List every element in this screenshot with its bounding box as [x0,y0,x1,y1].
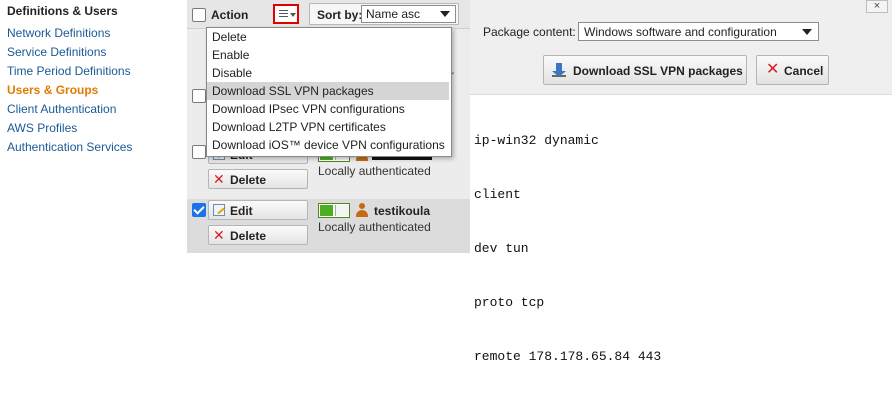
chevron-down-icon [440,11,450,17]
config-line: client [474,187,521,202]
delete-icon: ✕ [213,227,225,243]
row-checkbox[interactable] [192,89,206,103]
delete-label: Delete [230,229,267,243]
cancel-button-label: Cancel [784,64,824,78]
menu-item-download-l2tp-vpn[interactable]: Download L2TP VPN certificates [207,118,449,136]
config-line: dev tun [474,241,529,256]
delete-label: Delete [230,173,267,187]
delete-button[interactable]: ✕ Delete [208,225,308,245]
status-toggle[interactable] [318,203,350,218]
download-ssl-vpn-button[interactable]: Download SSL VPN packages [543,55,747,85]
close-button[interactable]: × [866,0,888,13]
menu-item-download-ssl-vpn[interactable]: Download SSL VPN packages [207,82,449,100]
nav-item-aws-profiles[interactable]: AWS Profiles [7,121,77,135]
auth-type: Locally authenticated [318,220,431,234]
menu-item-disable[interactable]: Disable [207,64,449,82]
config-line: ip-win32 dynamic [474,133,599,148]
package-content-select[interactable]: Windows software and configuration [578,22,819,41]
nav-item-client-authentication[interactable]: Client Authentication [7,102,116,116]
delete-button[interactable]: ✕ Delete [208,169,308,189]
cancel-button[interactable]: ✕ Cancel [756,55,829,85]
select-all-checkbox[interactable] [192,8,206,22]
edit-label: Edit [230,204,253,218]
detail-toolbar: × Package content: Windows software and … [470,0,892,95]
action-label: Action [211,8,249,22]
delete-icon: ✕ [213,171,225,187]
sort-select-value: Name asc [366,7,421,21]
sort-control: Sort by: Name asc [309,3,459,25]
nav-item-authentication-services[interactable]: Authentication Services [7,140,132,154]
list-toolbar: Action Sort by: Name asc [187,0,470,29]
nav-item-network-definitions[interactable]: Network Definitions [7,26,110,40]
edit-icon [213,204,225,216]
left-navigation: Definitions & Users Network Definitions … [0,0,187,253]
user-icon [355,203,369,217]
nav-item-service-definitions[interactable]: Service Definitions [7,45,106,59]
package-content-label: Package content: [483,25,576,39]
vpn-config-preview: ip-win32 dynamic client dev tun proto tc… [474,96,661,402]
list-item: Edit ✕ Delete testikoula Locally authent… [187,199,470,253]
auth-type: Locally authenticated [318,164,431,178]
sort-label: Sort by: [317,8,363,22]
download-button-label: Download SSL VPN packages [573,64,743,78]
config-line: proto tcp [474,295,545,310]
action-menu-button[interactable] [273,4,299,24]
menu-item-download-ipsec-vpn[interactable]: Download IPsec VPN configurations [207,100,449,118]
cancel-icon: ✕ [766,61,780,78]
nav-item-users-groups[interactable]: Users & Groups [7,83,98,97]
row-checkbox-checked[interactable] [192,203,206,217]
download-icon [552,63,566,77]
edit-button[interactable]: Edit [208,200,308,220]
package-content-value: Windows software and configuration [584,25,777,39]
username: testikoula [374,204,431,218]
download-detail-panel: × Package content: Windows software and … [470,0,892,364]
caret-down-icon [290,13,296,17]
sort-select[interactable]: Name asc [361,5,456,23]
nav-section-title: Definitions & Users [7,4,118,18]
config-line: remote 178.178.65.84 443 [474,349,662,364]
action-dropdown-menu: Delete Enable Disable Download SSL VPN p… [206,27,452,157]
list-icon [279,10,288,19]
menu-item-enable[interactable]: Enable [207,46,449,64]
menu-item-delete[interactable]: Delete [207,28,449,46]
nav-item-time-period-definitions[interactable]: Time Period Definitions [7,64,131,78]
chevron-down-icon [802,29,812,35]
menu-item-download-ios-vpn[interactable]: Download iOS™ device VPN configurations [207,136,449,154]
